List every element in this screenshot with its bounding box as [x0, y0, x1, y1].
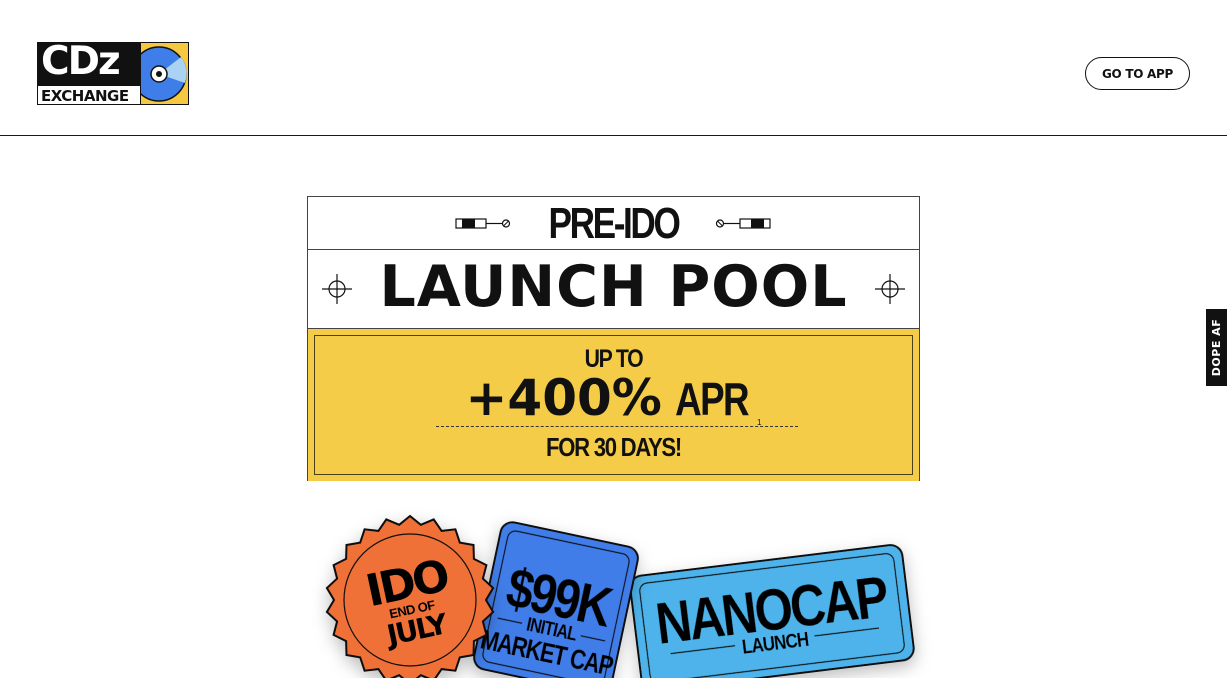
dope-af-side-tab[interactable]: DOPE AF — [1206, 309, 1227, 386]
launch-pool-heading: LAUNCH POOL — [379, 254, 848, 320]
connector-right-icon — [715, 218, 771, 229]
ido-badge: IDO END OF JULY — [325, 514, 495, 678]
apr-panel: UP TO +400% APR 1 FOR 30 DAYS! — [308, 329, 919, 481]
site-header: CDz EXCHANGE GO TO APP — [0, 0, 1227, 136]
nanocap-badge: NANOCAP LAUNCH — [629, 544, 915, 678]
crosshair-right-icon — [875, 274, 905, 304]
apr-label: APR — [675, 373, 750, 425]
logo-subtitle: EXCHANGE — [38, 85, 141, 104]
badge-stickers: NANOCAP LAUNCH $99K INITIAL MARKET CAP I… — [325, 514, 915, 678]
apr-percent: +400% — [465, 369, 662, 427]
pre-ido-row: PRE-IDO — [308, 197, 919, 250]
market-cap-badge: $99K INITIAL MARKET CAP — [473, 521, 639, 678]
launch-pool-card: PRE-IDO LAUNCH POOL UP TO +400% APR 1 FOR … — [307, 196, 920, 481]
pre-ido-heading: PRE-IDO — [548, 199, 681, 248]
disc-icon — [131, 43, 188, 104]
dashed-divider — [436, 426, 798, 427]
cdz-exchange-logo[interactable]: CDz EXCHANGE — [37, 42, 189, 105]
logo-wordmark: CDz — [41, 42, 121, 84]
side-tab-label: DOPE AF — [1210, 318, 1224, 377]
launch-pool-row: LAUNCH POOL — [308, 250, 919, 329]
duration-text: FOR 30 DAYS! — [546, 432, 682, 462]
apr-value-line: +400% APR 1 — [308, 369, 919, 427]
go-to-app-button[interactable]: GO TO APP — [1085, 57, 1190, 90]
